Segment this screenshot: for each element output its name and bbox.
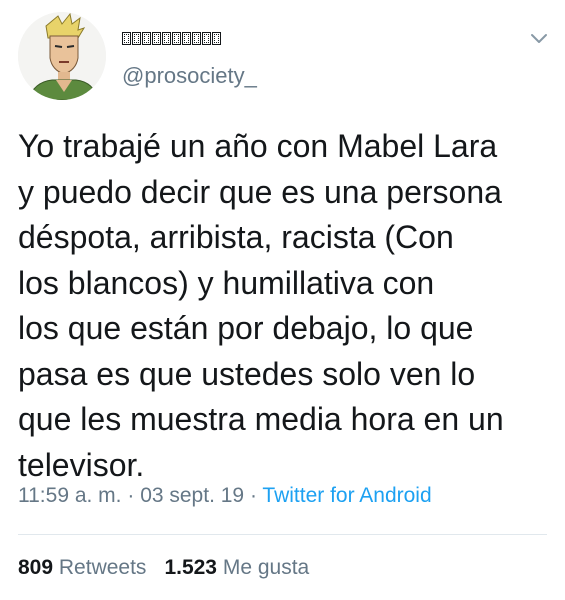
display-name[interactable] (122, 28, 222, 48)
tweet-time[interactable]: 11:59 a. m. (18, 484, 122, 507)
tweet-text: Yo trabajé un año con Mabel Lara y puedo… (18, 128, 504, 483)
tweet-card: @prosociety_ Yo trabajé un año con Mabel… (0, 0, 565, 600)
meta-separator: · (121, 484, 141, 507)
unrendered-glyph (162, 31, 171, 45)
unrendered-glyph (152, 31, 161, 45)
tweet-date[interactable]: 03 sept. 19 (140, 484, 244, 507)
unrendered-glyph (202, 31, 211, 45)
retweets-label: Retweets (58, 556, 147, 579)
user-handle[interactable]: @prosociety_ (122, 63, 257, 89)
divider (18, 534, 547, 535)
avatar-illustration (18, 12, 106, 100)
unrendered-glyph (122, 31, 131, 45)
meta-separator: · (244, 484, 263, 507)
likes-count: 1.523 (164, 556, 217, 579)
unrendered-glyph (142, 31, 151, 45)
avatar[interactable] (18, 12, 106, 100)
unrendered-glyph (182, 31, 191, 45)
unrendered-glyph (132, 31, 141, 45)
unrendered-glyph (172, 31, 181, 45)
likes-label: Me gusta (222, 556, 310, 579)
tweet-meta: 11:59 a. m. · 03 sept. 19 · Twitter for … (18, 484, 432, 508)
tweet-stats: 809 Retweets 1.523 Me gusta (18, 556, 309, 580)
likes-stat[interactable]: 1.523 Me gusta (164, 556, 309, 579)
retweets-count: 809 (18, 556, 54, 579)
chevron-down-icon[interactable] (527, 26, 551, 50)
tweet-source-link[interactable]: Twitter for Android (262, 484, 431, 507)
unrendered-glyph (192, 31, 201, 45)
unrendered-glyph (212, 31, 221, 45)
retweets-stat[interactable]: 809 Retweets (18, 556, 146, 579)
